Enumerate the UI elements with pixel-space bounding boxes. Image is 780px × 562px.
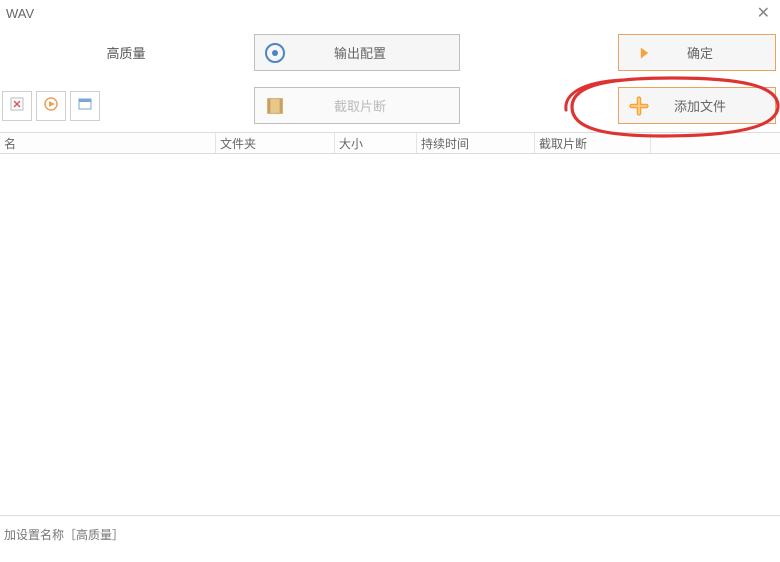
toolbar-row-2: 截取片断 添加文件 bbox=[0, 79, 780, 132]
play-button[interactable] bbox=[36, 91, 66, 121]
toolbar-row-1: 高质量 输出配置 确定 bbox=[0, 26, 780, 79]
file-list[interactable] bbox=[0, 154, 780, 516]
output-config-button[interactable]: 输出配置 bbox=[254, 34, 460, 71]
col-size[interactable]: 大小 bbox=[335, 133, 417, 153]
col-duration[interactable]: 持续时间 bbox=[417, 133, 535, 153]
add-files-button[interactable]: 添加文件 bbox=[618, 87, 776, 124]
close-icon[interactable]: ✕ bbox=[753, 3, 774, 23]
preview-icon bbox=[77, 96, 93, 115]
col-cut-segment[interactable]: 截取片断 bbox=[535, 133, 651, 153]
table-header: 名 文件夹 大小 持续时间 截取片断 bbox=[0, 132, 780, 154]
ok-label: 确定 bbox=[653, 43, 775, 62]
play-icon bbox=[43, 96, 59, 115]
add-files-label: 添加文件 bbox=[653, 96, 775, 115]
delete-button[interactable] bbox=[2, 91, 32, 121]
cut-segment-label: 截取片断 bbox=[289, 96, 459, 115]
cut-segment-button[interactable]: 截取片断 bbox=[254, 87, 460, 124]
status-text: 加设置名称［高质量］ bbox=[0, 516, 780, 543]
quality-label: 高质量 bbox=[106, 43, 145, 62]
settings-icon bbox=[261, 39, 289, 67]
plus-icon bbox=[625, 92, 653, 120]
window-title: WAV bbox=[6, 6, 34, 21]
col-folder[interactable]: 文件夹 bbox=[216, 133, 335, 153]
delete-icon bbox=[9, 96, 25, 115]
film-icon bbox=[261, 92, 289, 120]
titlebar: WAV ✕ bbox=[0, 0, 780, 26]
output-config-label: 输出配置 bbox=[289, 43, 459, 62]
col-spacer bbox=[651, 133, 780, 153]
preview-button[interactable] bbox=[70, 91, 100, 121]
col-filename[interactable]: 名 bbox=[0, 133, 216, 153]
ok-button[interactable]: 确定 bbox=[618, 34, 776, 71]
arrow-icon bbox=[625, 39, 653, 67]
